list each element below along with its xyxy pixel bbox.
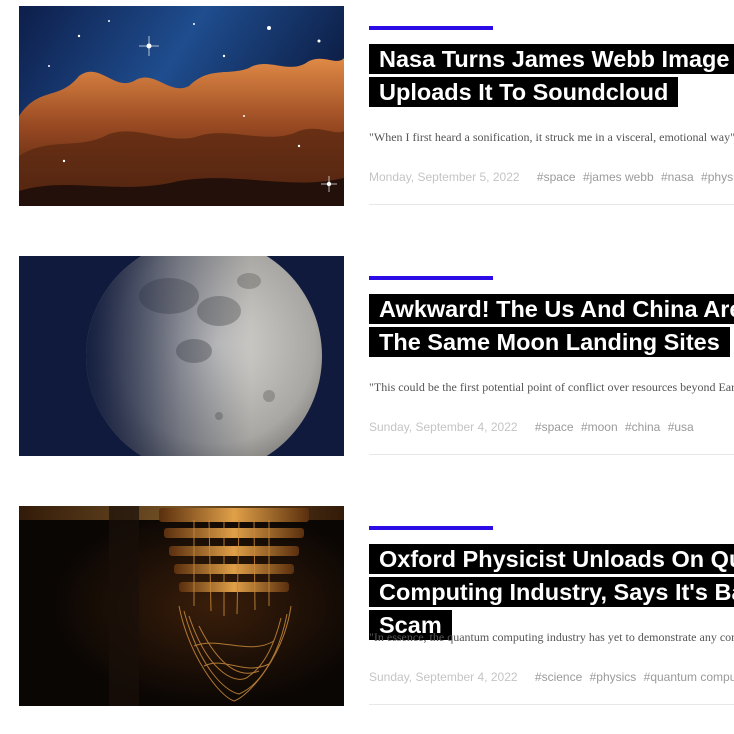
article-excerpt: "This could be the first potential point… <box>369 380 734 394</box>
article-card: Awkward! The Us And China Are Eyeing The… <box>0 256 734 456</box>
article-title-text[interactable]: Oxford Physicist Unloads On Quantum Comp… <box>369 544 734 640</box>
article-card: Nasa Turns James Webb Image Into Music, … <box>0 6 734 206</box>
tag-link[interactable]: #moon <box>581 420 618 434</box>
article-content: Nasa Turns James Webb Image Into Music, … <box>369 6 734 206</box>
article-date: Sunday, September 4, 2022 <box>369 420 518 434</box>
moon-image[interactable] <box>19 256 344 456</box>
accent-bar <box>369 26 493 30</box>
tag-link[interactable]: #james webb <box>583 170 654 184</box>
article-content: Oxford Physicist Unloads On Quantum Comp… <box>369 506 734 706</box>
divider <box>369 204 734 205</box>
tag-link[interactable]: #nasa <box>661 170 694 184</box>
article-title[interactable]: Awkward! The Us And China Are Eyeing The… <box>369 293 734 359</box>
tag-link[interactable]: #science <box>535 670 582 684</box>
divider <box>369 704 734 705</box>
article-card: Oxford Physicist Unloads On Quantum Comp… <box>0 506 734 706</box>
article-excerpt: "When I first heard a sonification, it s… <box>369 130 734 144</box>
article-title[interactable]: Oxford Physicist Unloads On Quantum Comp… <box>369 543 734 642</box>
tag-link[interactable]: #physics <box>590 670 637 684</box>
article-content: Awkward! The Us And China Are Eyeing The… <box>369 256 734 456</box>
tag-link[interactable]: #china <box>625 420 660 434</box>
nebula-image[interactable] <box>19 6 344 206</box>
tag-link[interactable]: #space <box>535 420 574 434</box>
article-date: Sunday, September 4, 2022 <box>369 670 518 684</box>
tag-link[interactable]: #usa <box>668 420 694 434</box>
article-title-text[interactable]: Awkward! The Us And China Are Eyeing The… <box>369 294 734 357</box>
quantum-computer-image[interactable] <box>19 506 344 706</box>
accent-bar <box>369 526 493 530</box>
article-meta: Monday, September 5, 2022 #space #james … <box>369 170 734 184</box>
accent-bar <box>369 276 493 280</box>
tag-link[interactable]: #physics <box>701 170 734 184</box>
tag-link[interactable]: #space <box>537 170 576 184</box>
tag-link[interactable]: #quantum computing <box>644 670 734 684</box>
article-meta: Sunday, September 4, 2022 #space #moon #… <box>369 420 698 434</box>
article-title[interactable]: Nasa Turns James Webb Image Into Music, … <box>369 43 734 109</box>
article-meta: Sunday, September 4, 2022 #science #phys… <box>369 670 734 684</box>
article-excerpt: "In essence, the quantum computing indus… <box>369 630 734 644</box>
divider <box>369 454 734 455</box>
article-title-text[interactable]: Nasa Turns James Webb Image Into Music, … <box>369 44 734 107</box>
article-date: Monday, September 5, 2022 <box>369 170 520 184</box>
